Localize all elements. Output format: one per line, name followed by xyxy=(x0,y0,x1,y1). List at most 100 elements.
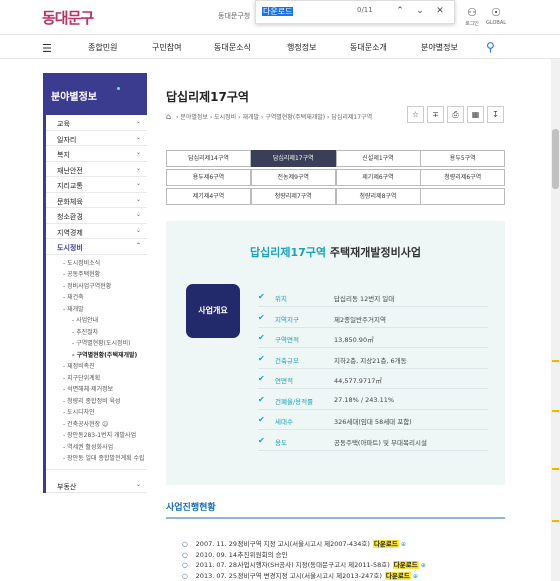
tab-district[interactable]: 답십리제17구역 xyxy=(250,150,336,167)
scroll-thumb[interactable] xyxy=(552,129,559,189)
sidebar-subitem[interactable]: - 추진절차 xyxy=(46,327,147,339)
nav-item-6[interactable]: 분야별정보 xyxy=(421,42,458,53)
sidebar-subitem[interactable]: - 석면해체·제거정보 xyxy=(46,384,147,396)
chevron-down-icon: ⌄ xyxy=(416,6,424,16)
sidebar-subitem[interactable]: - 재정비촉진 xyxy=(46,361,147,373)
sidebar-title: 분야별정보 xyxy=(43,73,147,115)
download-icon[interactable]: ⊕ xyxy=(413,573,418,580)
history-download-link[interactable]: 다운로드 xyxy=(384,572,411,581)
sidebar-subitem[interactable]: - 사업안내 xyxy=(46,315,147,327)
sidebar-subitem[interactable]: - 역세권 활성화사업 xyxy=(46,442,147,454)
overview-label: 건폐율/용적률 xyxy=(275,397,314,406)
overview-row: ✔ 위치 답십리동 12번지 일대 xyxy=(258,287,488,307)
project-overview: 답십리제17구역 주택재개발정비사업 사업개요 ✔ 위치 답십리동 12번지 일대 ✔… xyxy=(166,221,505,485)
find-prev-button[interactable]: ⌃ xyxy=(393,4,407,18)
sidebar-item[interactable]: 도시정비 ⌃ xyxy=(46,239,147,255)
sidebar-item[interactable]: 교육 ⌄ xyxy=(46,115,147,131)
sidebar-subitem[interactable]: - 구역별현황(도시정비) xyxy=(46,338,147,350)
nav-item-5[interactable]: 동대문소개 xyxy=(350,42,387,53)
sidebar-item-realestate[interactable]: 부동산 ⌄ xyxy=(46,478,147,493)
sidebar-subitem[interactable]: - 구역별현황(주택재개발) xyxy=(46,350,147,362)
sidebar-subitem[interactable]: - 청량리 종합정비 육성 xyxy=(46,396,147,408)
sidebar-subitem[interactable]: - 장안동 일대 종합발전계획 수립 xyxy=(46,453,147,465)
download-icon[interactable]: ⊕ xyxy=(421,562,426,569)
tab-district[interactable]: 청량리제8구역 xyxy=(335,188,421,205)
nav-item-1[interactable]: 종합민원 xyxy=(88,42,117,53)
global-label: GLOBAL xyxy=(485,20,507,26)
sidebar-item[interactable]: 지역경제 ⌄ xyxy=(46,224,147,239)
history-download-link[interactable]: 다운로드 xyxy=(372,540,399,548)
sidebar-item-label: 교육 xyxy=(57,120,70,128)
breadcrumb-item[interactable]: 도시정비 xyxy=(214,114,236,121)
overview-label: 위치 xyxy=(275,295,287,303)
login-button[interactable]: ⚇ 로그인 xyxy=(460,6,484,27)
breadcrumb-item[interactable]: 구역별현황(주택재개발) xyxy=(265,114,325,121)
home-icon[interactable]: ⌂ xyxy=(166,112,171,121)
tab-district[interactable]: 제기제4구역 xyxy=(166,188,251,205)
nav-item-2[interactable]: 구민참여 xyxy=(152,42,181,53)
download-button[interactable]: ↧ xyxy=(487,106,504,123)
sidebar-item[interactable]: 지리교통 ⌄ xyxy=(46,177,147,193)
check-circle-icon: ✔ xyxy=(258,374,265,383)
sidebar-item-label: 청소환경 xyxy=(57,213,83,221)
sidebar-item[interactable]: 청소환경 ⌄ xyxy=(46,208,147,224)
share-button[interactable]: ∓ xyxy=(427,106,444,123)
bullet-icon: ○ xyxy=(182,572,188,581)
sidebar-subitem[interactable]: - 정비사업구역현황 xyxy=(46,281,147,293)
history-text: 사업시행자(SH공사) 지정(동대문구고시 제2011-58호) xyxy=(237,561,390,570)
overview-row: ✔ 건축규모 지하2층, 지상21층, 6개동 xyxy=(258,349,488,369)
download-icon[interactable]: ⊕ xyxy=(401,541,406,548)
bullet-icon: ○ xyxy=(182,561,188,570)
search-icon[interactable]: ⚲ xyxy=(486,40,495,54)
overview-value: 13,850.90㎡ xyxy=(334,336,374,344)
tab-district[interactable]: 제기제6구역 xyxy=(335,169,421,186)
favorite-button[interactable]: ☆ xyxy=(407,106,424,123)
breadcrumb-item[interactable]: 재개발 xyxy=(242,114,259,121)
sidebar-subitem[interactable]: - 공동주택현황 xyxy=(46,269,147,281)
history-download-link[interactable]: 다운로드 xyxy=(392,561,419,570)
find-match-marker xyxy=(552,468,559,470)
overview-label: 지역지구 xyxy=(275,315,299,324)
find-next-button[interactable]: ⌄ xyxy=(413,4,427,18)
tab-district[interactable]: 청량리제6구역 xyxy=(420,169,506,186)
qr-button[interactable]: ▦ xyxy=(467,106,484,123)
header-subtext: 동대문구청 xyxy=(218,12,251,20)
sidebar-subitem[interactable]: - 장안동283-1번지 개발사업 xyxy=(46,430,147,442)
site-logo[interactable]: 동대문구 xyxy=(42,7,94,28)
tab-district[interactable]: 신설제1구역 xyxy=(335,150,421,167)
user-icon: ⚇ xyxy=(467,6,477,19)
sidebar-subitem[interactable]: - 도시디자인 xyxy=(46,407,147,419)
tab-district[interactable]: 청량리제7구역 xyxy=(250,188,336,205)
chevron-icon: ⌄ xyxy=(135,195,141,203)
sidebar-subitem[interactable]: - 재개발 xyxy=(46,304,147,316)
tab-district[interactable]: 용두제6구역 xyxy=(166,169,251,186)
tab-district[interactable]: 답십리제14구역 xyxy=(166,150,251,167)
tab-district[interactable]: 용두5구역 xyxy=(420,150,506,167)
page-scrollbar[interactable] xyxy=(551,59,560,581)
sidebar-item-label: 복지 xyxy=(57,151,70,159)
overview-title-rest: 주택재개발정비사업 xyxy=(326,246,421,259)
sidebar-subitem[interactable]: - 지구단위계획 xyxy=(46,373,147,385)
history-text: 정비구역 지정 고시(서울시고시 제2007-434호) xyxy=(237,540,370,548)
sidebar-item[interactable]: 재난안전 ⌄ xyxy=(46,162,147,177)
breadcrumb-item[interactable]: 분야별정보 xyxy=(180,114,208,121)
global-button[interactable]: ☉ GLOBAL xyxy=(484,6,508,26)
sidebar-subitem[interactable]: - 도시정비소식 xyxy=(46,258,147,270)
overview-badge: 사업개요 xyxy=(186,284,240,338)
sidebar-item[interactable]: 문화체육 ⌄ xyxy=(46,193,147,208)
history-row: ○ 2013. 07. 25.정비구역 변경지정 고시(서울시고시 제2013-2… xyxy=(182,570,418,581)
breadcrumb-item[interactable]: 답십리제17구역 xyxy=(331,114,372,121)
tab-district[interactable]: 전농제9구역 xyxy=(250,169,336,186)
sidebar-subitem[interactable]: - 건축공사현장 ☺ xyxy=(46,419,147,431)
history-date: 2013. 07. 25. xyxy=(195,572,240,581)
sidebar-item[interactable]: 일자리 ⌄ xyxy=(46,131,147,146)
history-text: 정비구역 변경지정 고시(서울시고시 제2013-247호) xyxy=(237,572,382,581)
history-text: 추진위원회의 승인 xyxy=(237,550,288,559)
nav-item-4[interactable]: 행정정보 xyxy=(287,42,316,53)
sidebar-subitem[interactable]: - 재건축 xyxy=(46,292,147,304)
menu-icon[interactable]: ☰ xyxy=(42,42,52,55)
print-button[interactable]: ⎙ xyxy=(447,106,464,123)
sidebar-item[interactable]: 복지 ⌄ xyxy=(46,146,147,162)
nav-item-3[interactable]: 동대문소식 xyxy=(214,42,251,53)
find-close-button[interactable]: ✕ xyxy=(433,4,447,18)
